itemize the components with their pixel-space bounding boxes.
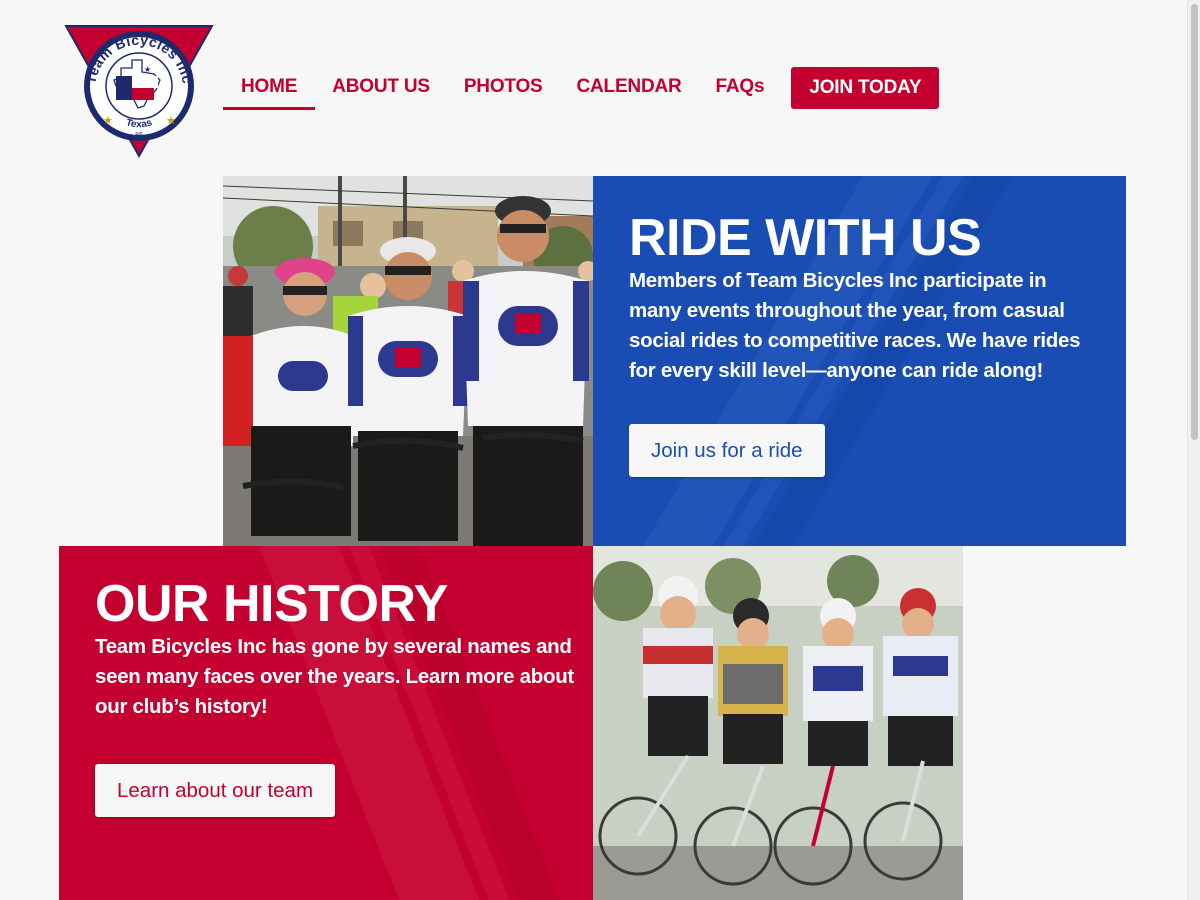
join-us-for-a-ride-button[interactable]: Join us for a ride bbox=[629, 424, 825, 477]
history-photo bbox=[593, 546, 963, 900]
learn-about-our-team-button[interactable]: Learn about our team bbox=[95, 764, 336, 817]
ride-with-us-text: Members of Team Bicycles Inc participate… bbox=[629, 269, 1081, 382]
nav-faqs[interactable]: FAQs bbox=[699, 66, 782, 110]
page-scrollbar[interactable] bbox=[1187, 0, 1200, 900]
ride-with-us-title: RIDE WITH US bbox=[629, 209, 982, 267]
riders-photo bbox=[223, 176, 593, 546]
ride-with-us-content: RIDE WITH US Members of Team Bicycles In… bbox=[629, 210, 1099, 386]
page: ★ ★ ★ Team Bicycles Inc Texas 86 HOME AB… bbox=[0, 0, 1200, 900]
our-history-title: OUR HISTORY bbox=[95, 575, 448, 633]
group-of-cyclists-photo-icon bbox=[223, 176, 593, 546]
nav-about-us[interactable]: ABOUT US bbox=[315, 66, 447, 110]
vintage-race-start-photo-icon bbox=[593, 546, 963, 900]
our-history-content: OUR HISTORY Team Bicycles Inc has gone b… bbox=[95, 576, 575, 722]
scrollbar-thumb[interactable] bbox=[1191, 4, 1198, 440]
ride-with-us-panel: RIDE WITH US Members of Team Bicycles In… bbox=[593, 176, 1126, 546]
join-today-button[interactable]: JOIN TODAY bbox=[791, 67, 940, 109]
svg-text:★: ★ bbox=[103, 114, 113, 127]
svg-text:★: ★ bbox=[166, 114, 176, 127]
our-history-text: Team Bicycles Inc has gone by several na… bbox=[95, 635, 574, 718]
logo-emblem-icon: ★ ★ ★ Team Bicycles Inc Texas 86 bbox=[64, 25, 214, 159]
nav-photos[interactable]: PHOTOS bbox=[447, 66, 560, 110]
svg-text:★: ★ bbox=[144, 65, 151, 74]
logo-number: 86 bbox=[135, 132, 143, 139]
main-nav: HOME ABOUT US PHOTOS CALENDAR FAQs JOIN … bbox=[223, 66, 940, 110]
nav-calendar[interactable]: CALENDAR bbox=[560, 66, 699, 110]
our-history-panel: OUR HISTORY Team Bicycles Inc has gone b… bbox=[59, 546, 593, 900]
nav-home[interactable]: HOME bbox=[223, 66, 316, 110]
site-logo[interactable]: ★ ★ ★ Team Bicycles Inc Texas 86 bbox=[64, 24, 214, 159]
